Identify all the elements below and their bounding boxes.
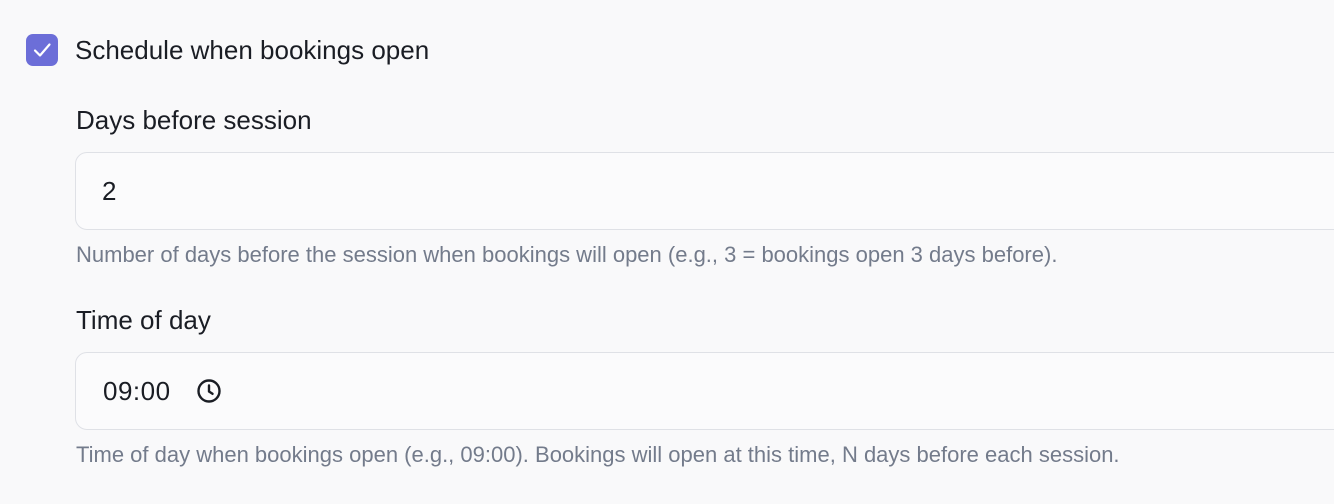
days-before-input[interactable]: 2 (75, 152, 1334, 230)
schedule-bookings-label[interactable]: Schedule when bookings open (75, 35, 429, 66)
time-of-day-helper: Time of day when bookings open (e.g., 09… (76, 442, 1120, 467)
clock-icon[interactable] (196, 378, 222, 404)
time-of-day-input[interactable]: 09:00 (75, 352, 1334, 430)
time-of-day-label: Time of day (76, 305, 211, 335)
time-of-day-value: 09:00 (103, 375, 171, 406)
checkmark-icon (33, 43, 51, 57)
days-before-value: 2 (102, 175, 117, 206)
days-before-label: Days before session (76, 105, 312, 135)
schedule-bookings-row[interactable]: Schedule when bookings open (26, 34, 429, 66)
schedule-bookings-checkbox[interactable] (26, 34, 58, 66)
days-before-helper: Number of days before the session when b… (76, 242, 1058, 267)
